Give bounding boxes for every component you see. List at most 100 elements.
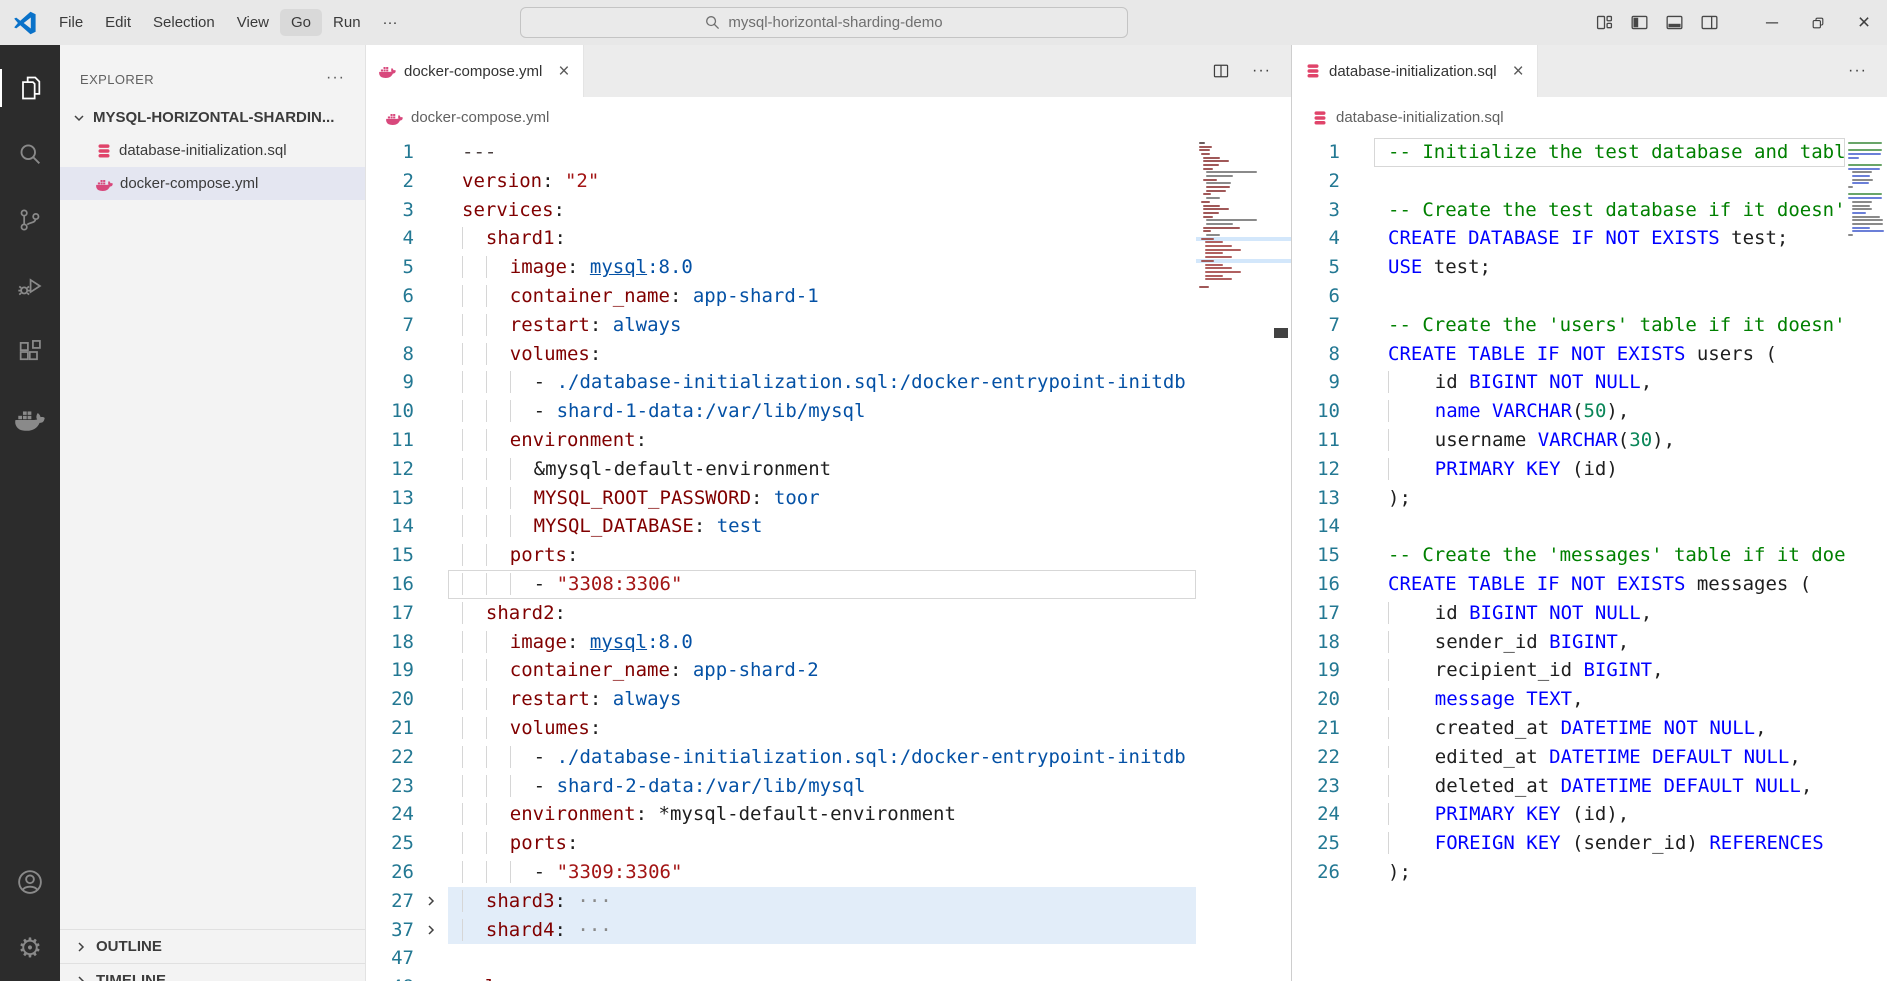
code-line[interactable]: 9 id BIGINT NOT NULL, bbox=[1292, 368, 1845, 397]
line-number[interactable]: 14 bbox=[1292, 512, 1340, 541]
section-outline[interactable]: OUTLINE bbox=[60, 929, 365, 963]
line-content[interactable]: created_at DATETIME NOT NULL, bbox=[1374, 714, 1845, 743]
line-number[interactable]: 21 bbox=[1292, 714, 1340, 743]
code-line[interactable]: 21 created_at DATETIME NOT NULL, bbox=[1292, 714, 1845, 743]
file-item-docker-compose.yml[interactable]: docker-compose.yml bbox=[60, 167, 365, 200]
line-number[interactable]: 2 bbox=[1292, 167, 1340, 196]
code-line[interactable]: 4CREATE DATABASE IF NOT EXISTS test; bbox=[1292, 224, 1845, 253]
line-number[interactable]: 4 bbox=[1292, 224, 1340, 253]
line-number[interactable]: 13 bbox=[366, 484, 414, 513]
split-editor-icon[interactable] bbox=[1212, 62, 1230, 80]
line-content[interactable]: - "3309:3306" bbox=[448, 858, 1196, 887]
code-line[interactable]: 6 container_name: app-shard-1 bbox=[366, 282, 1196, 311]
line-content[interactable]: deleted_at DATETIME DEFAULT NULL, bbox=[1374, 772, 1845, 801]
line-content[interactable]: image: mysql:8.0 bbox=[448, 253, 1196, 282]
code-line[interactable]: 25 ports: bbox=[366, 829, 1196, 858]
fold-chevron-icon[interactable] bbox=[414, 887, 448, 916]
code-line[interactable]: 3services: bbox=[366, 196, 1196, 225]
line-number[interactable]: 2 bbox=[366, 167, 414, 196]
code-line[interactable]: 16 - "3308:3306" bbox=[366, 570, 1196, 599]
line-number[interactable]: 24 bbox=[366, 800, 414, 829]
code-line[interactable]: 23 deleted_at DATETIME DEFAULT NULL, bbox=[1292, 772, 1845, 801]
line-number[interactable]: 17 bbox=[1292, 599, 1340, 628]
menu-view[interactable]: View bbox=[226, 9, 280, 36]
menu-edit[interactable]: Edit bbox=[94, 9, 142, 36]
code-line[interactable]: 24 PRIMARY KEY (id), bbox=[1292, 800, 1845, 829]
code-line[interactable]: 12 PRIMARY KEY (id) bbox=[1292, 455, 1845, 484]
line-content[interactable]: ports: bbox=[448, 541, 1196, 570]
menu-go[interactable]: Go bbox=[280, 9, 322, 36]
code-line[interactable]: 24 environment: *mysql-default-environme… bbox=[366, 800, 1196, 829]
line-number[interactable]: 12 bbox=[366, 455, 414, 484]
code-line[interactable]: 7 restart: always bbox=[366, 311, 1196, 340]
line-number[interactable]: 20 bbox=[1292, 685, 1340, 714]
line-content[interactable]: shard1: bbox=[448, 224, 1196, 253]
code-line[interactable]: 17 shard2: bbox=[366, 599, 1196, 628]
code-line[interactable]: 4 shard1: bbox=[366, 224, 1196, 253]
line-number[interactable]: 6 bbox=[1292, 282, 1340, 311]
code-line[interactable]: 10 - shard-1-data:/var/lib/mysql bbox=[366, 397, 1196, 426]
line-content[interactable]: shard2: bbox=[448, 599, 1196, 628]
line-content[interactable]: container_name: app-shard-1 bbox=[448, 282, 1196, 311]
line-content[interactable]: restart: always bbox=[448, 311, 1196, 340]
code-line[interactable]: 48volumes: bbox=[366, 973, 1196, 981]
line-content[interactable] bbox=[1374, 512, 1845, 541]
line-content[interactable]: container_name: app-shard-2 bbox=[448, 656, 1196, 685]
line-content[interactable]: CREATE TABLE IF NOT EXISTS messages ( bbox=[1374, 570, 1845, 599]
folder-row[interactable]: MYSQL-HORIZONTAL-SHARDIN... bbox=[60, 101, 365, 134]
code-editor-sql[interactable]: 1-- Initialize the test database and tab… bbox=[1292, 138, 1887, 981]
line-number[interactable]: 9 bbox=[1292, 368, 1340, 397]
line-content[interactable]: MYSQL_DATABASE: test bbox=[448, 512, 1196, 541]
line-number[interactable]: 25 bbox=[1292, 829, 1340, 858]
line-number[interactable]: 14 bbox=[366, 512, 414, 541]
code-line[interactable]: 19 container_name: app-shard-2 bbox=[366, 656, 1196, 685]
line-content[interactable]: -- Create the test database if it doesn'… bbox=[1374, 196, 1845, 225]
line-content[interactable]: ); bbox=[1374, 858, 1845, 887]
line-content[interactable]: version: "2" bbox=[448, 167, 1196, 196]
line-content[interactable] bbox=[448, 944, 1196, 973]
code-line[interactable]: 23 - shard-2-data:/var/lib/mysql bbox=[366, 772, 1196, 801]
line-content[interactable]: services: bbox=[448, 196, 1196, 225]
line-number[interactable]: 19 bbox=[1292, 656, 1340, 685]
line-number[interactable]: 10 bbox=[1292, 397, 1340, 426]
line-content[interactable]: CREATE TABLE IF NOT EXISTS users ( bbox=[1374, 340, 1845, 369]
line-number[interactable]: 16 bbox=[1292, 570, 1340, 599]
line-number[interactable]: 3 bbox=[1292, 196, 1340, 225]
code-line[interactable]: 14 bbox=[1292, 512, 1845, 541]
activitybar-explorer[interactable] bbox=[0, 55, 60, 121]
line-content[interactable]: - shard-2-data:/var/lib/mysql bbox=[448, 772, 1196, 801]
close-window-button[interactable]: × bbox=[1841, 0, 1887, 45]
line-content[interactable]: PRIMARY KEY (id), bbox=[1374, 800, 1845, 829]
line-content[interactable]: USE test; bbox=[1374, 253, 1845, 282]
line-number[interactable]: 19 bbox=[366, 656, 414, 685]
line-number[interactable]: 22 bbox=[366, 743, 414, 772]
line-content[interactable]: - ./database-initialization.sql:/docker-… bbox=[448, 743, 1196, 772]
line-content[interactable]: username VARCHAR(30), bbox=[1374, 426, 1845, 455]
line-content[interactable]: ports: bbox=[448, 829, 1196, 858]
menu-selection[interactable]: Selection bbox=[142, 9, 226, 36]
command-center-search[interactable]: mysql-horizontal-sharding-demo bbox=[520, 7, 1128, 38]
line-number[interactable]: 6 bbox=[366, 282, 414, 311]
line-number[interactable]: 10 bbox=[366, 397, 414, 426]
line-number[interactable]: 8 bbox=[366, 340, 414, 369]
activitybar-settings[interactable]: ⚙ bbox=[0, 915, 60, 981]
code-line[interactable]: 11 environment: bbox=[366, 426, 1196, 455]
code-line[interactable]: 19 recipient_id BIGINT, bbox=[1292, 656, 1845, 685]
toggle-secondary-sidebar-icon[interactable] bbox=[1700, 13, 1719, 32]
line-number[interactable]: 20 bbox=[366, 685, 414, 714]
minimap-left[interactable] bbox=[1196, 138, 1291, 981]
line-content[interactable]: image: mysql:8.0 bbox=[448, 628, 1196, 657]
line-number[interactable]: 48 bbox=[366, 973, 414, 981]
line-number[interactable]: 25 bbox=[366, 829, 414, 858]
code-line[interactable]: 7-- Create the 'users' table if it doesn… bbox=[1292, 311, 1845, 340]
more-actions-icon[interactable]: ··· bbox=[1848, 62, 1867, 80]
line-content[interactable]: --- bbox=[448, 138, 1196, 167]
tab-database-initialization[interactable]: database-initialization.sql × bbox=[1292, 45, 1538, 97]
tab-docker-compose[interactable]: docker-compose.yml × bbox=[366, 45, 584, 97]
line-content[interactable]: - "3308:3306" bbox=[448, 570, 1196, 599]
code-line[interactable]: 10 name VARCHAR(50), bbox=[1292, 397, 1845, 426]
line-number[interactable]: 22 bbox=[1292, 743, 1340, 772]
line-number[interactable]: 23 bbox=[1292, 772, 1340, 801]
activitybar-search[interactable] bbox=[0, 121, 60, 187]
activitybar-docker[interactable] bbox=[0, 385, 60, 451]
